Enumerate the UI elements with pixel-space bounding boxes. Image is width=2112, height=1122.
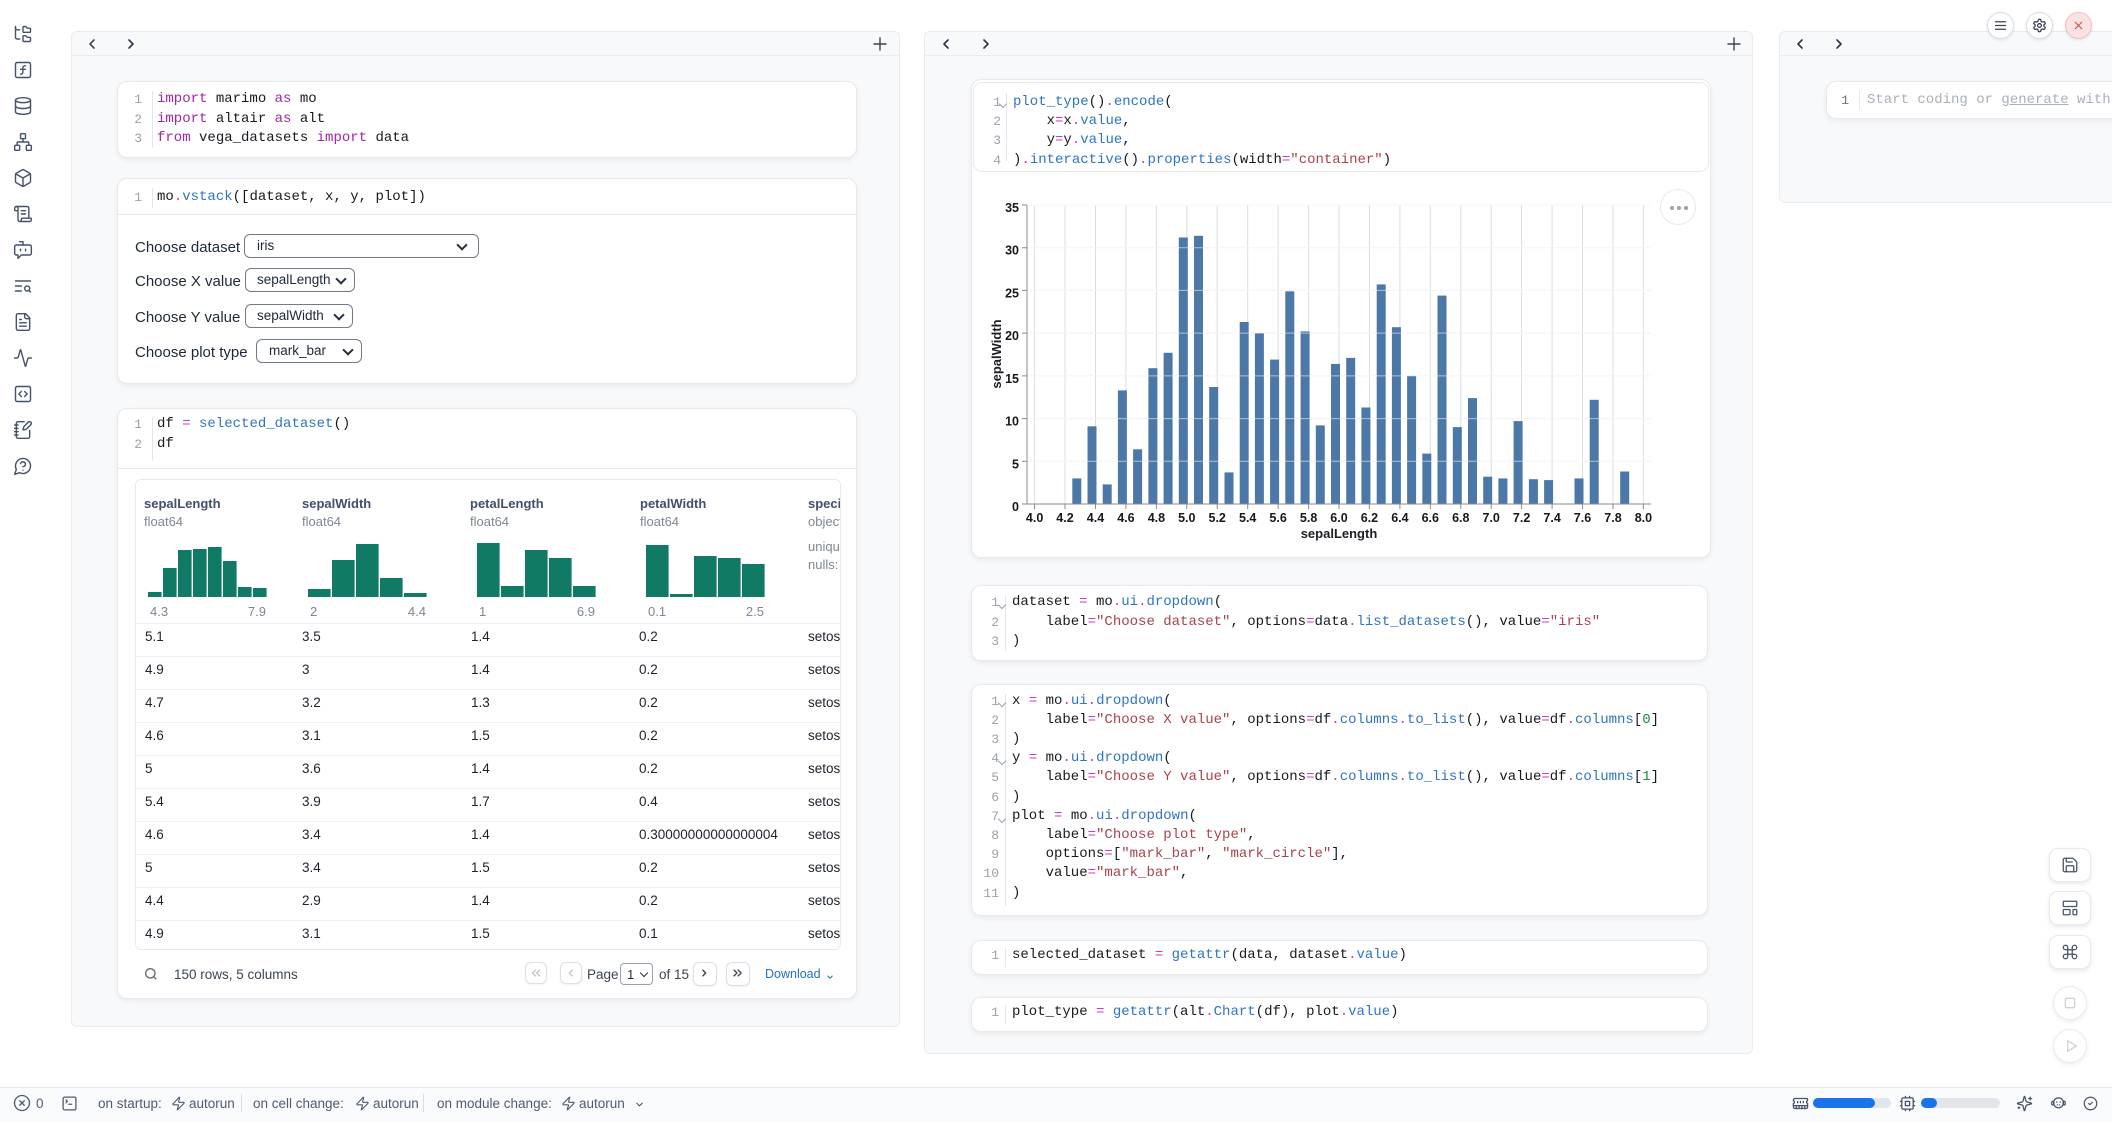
svg-text:5.2: 5.2: [1209, 511, 1226, 525]
svg-text:5.6: 5.6: [1269, 511, 1286, 525]
svg-text:4.8: 4.8: [1148, 511, 1165, 525]
svg-text:35: 35: [1005, 201, 1019, 215]
svg-text:4.6: 4.6: [1117, 511, 1134, 525]
svg-text:4.0: 4.0: [1026, 511, 1043, 525]
svg-text:7.0: 7.0: [1483, 511, 1500, 525]
svg-text:30: 30: [1005, 244, 1019, 258]
svg-text:4.2: 4.2: [1056, 511, 1073, 525]
svg-text:6.6: 6.6: [1422, 511, 1439, 525]
svg-text:7.6: 7.6: [1574, 511, 1591, 525]
svg-text:6.0: 6.0: [1330, 511, 1347, 525]
svg-text:7.8: 7.8: [1604, 511, 1621, 525]
svg-text:5.8: 5.8: [1300, 511, 1317, 525]
svg-text:6.4: 6.4: [1391, 511, 1408, 525]
svg-text:5.4: 5.4: [1239, 511, 1256, 525]
svg-text:5: 5: [1012, 457, 1019, 471]
svg-text:25: 25: [1005, 286, 1019, 300]
svg-text:0: 0: [1012, 500, 1019, 514]
svg-text:15: 15: [1005, 372, 1019, 386]
svg-text:20: 20: [1005, 329, 1019, 343]
svg-text:7.2: 7.2: [1513, 511, 1530, 525]
svg-text:10: 10: [1005, 415, 1019, 429]
svg-text:sepalWidth: sepalWidth: [989, 319, 1004, 388]
svg-text:7.4: 7.4: [1543, 511, 1560, 525]
svg-text:4.4: 4.4: [1087, 511, 1104, 525]
svg-text:5.0: 5.0: [1178, 511, 1195, 525]
svg-text:6.8: 6.8: [1452, 511, 1469, 525]
svg-text:6.2: 6.2: [1361, 511, 1378, 525]
svg-text:sepalLength: sepalLength: [1301, 526, 1378, 541]
svg-text:8.0: 8.0: [1635, 511, 1652, 525]
